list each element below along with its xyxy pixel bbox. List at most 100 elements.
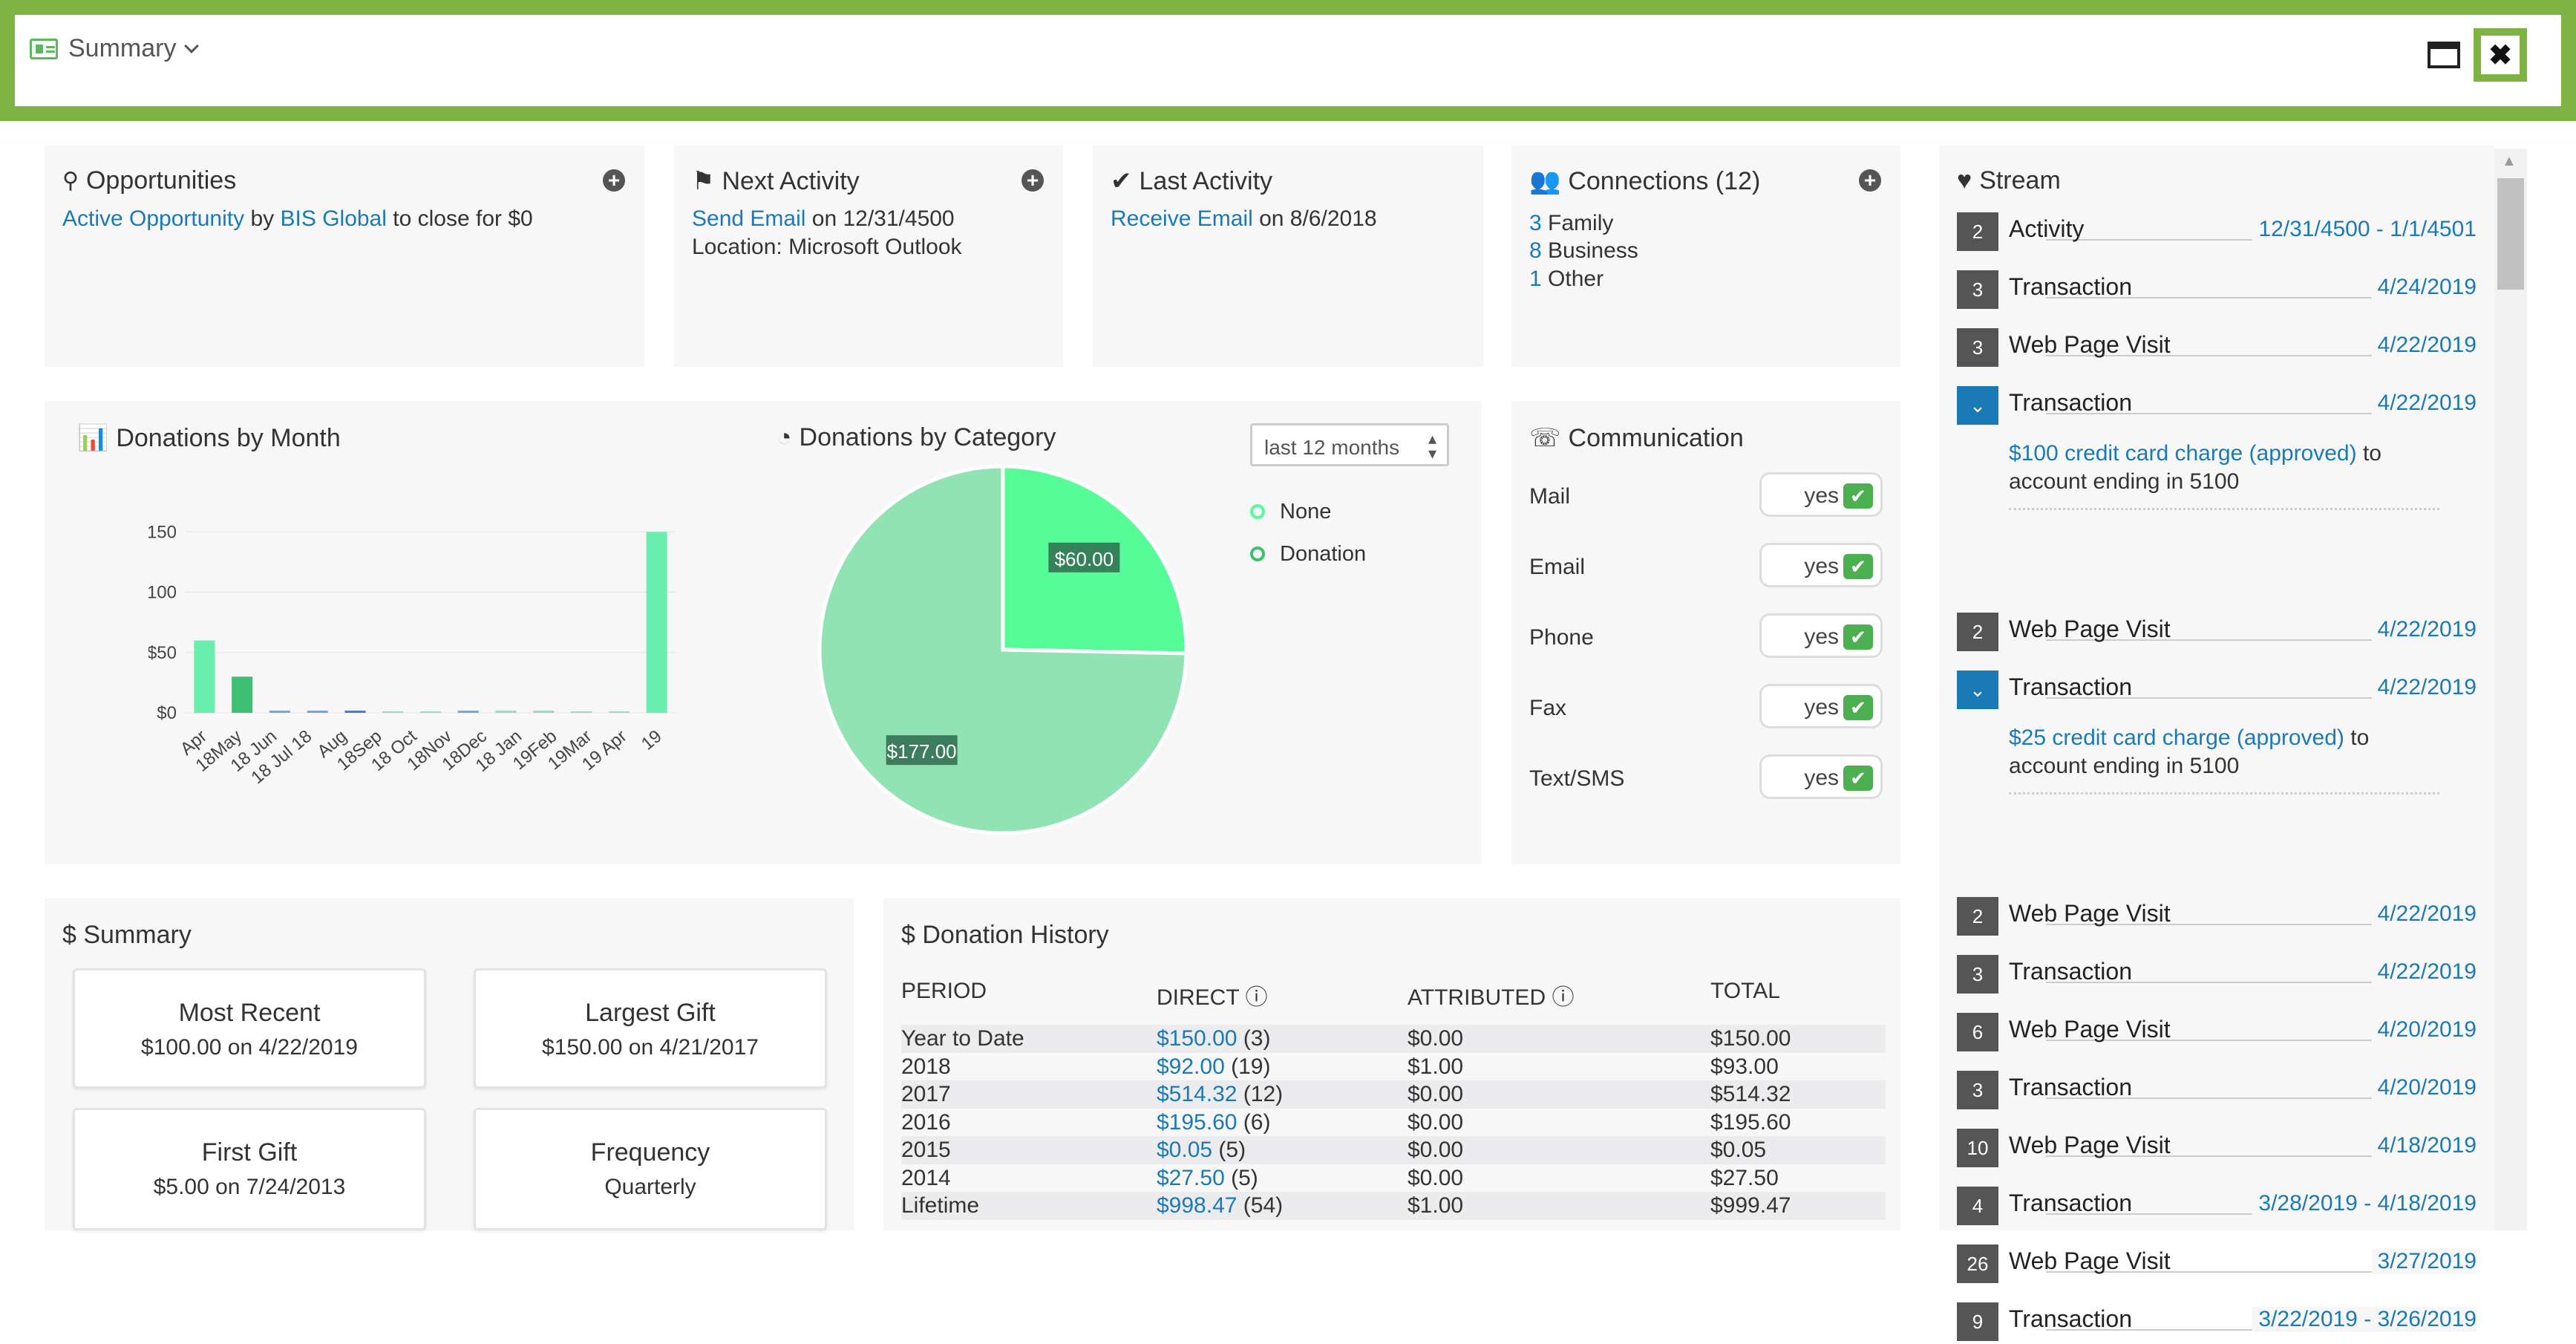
stream-row[interactable]: 2 Web Page Visit 4/22/2019 bbox=[1957, 894, 2477, 939]
table-row: 2018 $92.00 (19) $1.00 $93.00 bbox=[901, 1054, 1779, 1079]
stream-row[interactable]: 9 Transaction 3/22/2019 - 3/26/2019 bbox=[1957, 1299, 2477, 1344]
direct-amount-link[interactable]: $195.60 bbox=[1157, 1110, 1237, 1135]
stream-date-link[interactable]: 4/20/2019 bbox=[2371, 1075, 2477, 1100]
comm-label: Mail bbox=[1529, 484, 1571, 509]
comm-toggle[interactable]: yes ✔ bbox=[1759, 684, 1883, 728]
summary-section-title: $ Summary bbox=[62, 921, 192, 949]
stream-date-link[interactable]: 3/27/2019 bbox=[2371, 1249, 2477, 1274]
stream-row[interactable]: 3 Transaction 4/24/2019 bbox=[1957, 267, 2477, 312]
stream-row[interactable]: 2 Web Page Visit 4/22/2019 bbox=[1957, 610, 2477, 654]
stream-row[interactable]: 3 Web Page Visit 4/22/2019 bbox=[1957, 325, 2477, 370]
close-button[interactable]: ✖ bbox=[2474, 28, 2527, 82]
bar-apr-19[interactable] bbox=[646, 532, 667, 713]
bis-global-link[interactable]: BIS Global bbox=[281, 206, 387, 231]
stream-scrollbar[interactable] bbox=[2494, 149, 2527, 1230]
comm-toggle[interactable]: yes ✔ bbox=[1759, 472, 1883, 517]
stream-count-badge: 3 bbox=[1957, 270, 1998, 309]
stream-row[interactable]: ⌄ Transaction 4/22/2019 bbox=[1957, 668, 2477, 712]
stream-count-badge: 26 bbox=[1957, 1244, 1998, 1283]
stream-row[interactable]: 6 Web Page Visit 4/20/2019 bbox=[1957, 1010, 2477, 1054]
attributed-header: ATTRIBUTED ⓘ bbox=[1408, 985, 1575, 1010]
stream-row[interactable]: 3 Transaction 4/22/2019 bbox=[1957, 952, 2477, 996]
stream-date-link[interactable]: 4/22/2019 bbox=[2371, 617, 2477, 642]
stream-date-link[interactable]: 4/22/2019 bbox=[2371, 391, 2477, 416]
collapse-icon[interactable]: ⌄ bbox=[1957, 386, 1998, 425]
stream-date-link[interactable]: 4/22/2019 bbox=[2371, 901, 2477, 927]
collapse-icon[interactable]: ⌄ bbox=[1957, 671, 1998, 709]
phone-volume-icon: ☏ bbox=[1529, 424, 1561, 452]
send-email-link[interactable]: Send Email bbox=[692, 206, 805, 231]
bar-sep-18[interactable] bbox=[382, 711, 404, 713]
stream-row[interactable]: 2 Activity 12/31/4500 - 1/1/4501 bbox=[1957, 209, 2477, 254]
active-opportunity-link[interactable]: Active Opportunity bbox=[62, 206, 244, 231]
stream-date-link[interactable]: 4/24/2019 bbox=[2371, 275, 2477, 300]
bar-aug-18[interactable] bbox=[344, 711, 366, 713]
add-connection-button[interactable]: + bbox=[1859, 169, 1881, 192]
bar-oct-18[interactable] bbox=[420, 711, 441, 713]
bar-dec-18[interactable] bbox=[495, 711, 517, 713]
bar-apr-18[interactable] bbox=[194, 640, 215, 714]
bar-jun-18[interactable] bbox=[269, 711, 290, 713]
stream-row[interactable]: 10 Web Page Visit 4/18/2019 bbox=[1957, 1126, 2477, 1170]
check-icon: ✔ bbox=[1843, 554, 1873, 579]
check-icon: ✔ bbox=[1843, 766, 1873, 791]
direct-amount-link[interactable]: $0.05 bbox=[1157, 1138, 1212, 1162]
legend-donation: Donation bbox=[1280, 542, 1367, 566]
heartbeat-icon: ♥ bbox=[1957, 166, 1972, 195]
last-activity-title: ✔ Last Activity bbox=[1111, 166, 1273, 196]
connection-other: 1 Other bbox=[1529, 267, 1604, 291]
donation-history-title: $ Donation History bbox=[901, 921, 1109, 949]
add-opportunity-button[interactable]: + bbox=[603, 169, 625, 192]
direct-amount-link[interactable]: $92.00 bbox=[1157, 1054, 1225, 1079]
stream-count-badge: 4 bbox=[1957, 1187, 1998, 1225]
scroll-up-icon[interactable]: ▲ bbox=[2502, 153, 2517, 170]
direct-amount-link[interactable]: $998.47 bbox=[1157, 1193, 1237, 1218]
stream-date-link[interactable]: 3/28/2019 - 4/18/2019 bbox=[2252, 1191, 2477, 1216]
maximize-button[interactable] bbox=[2428, 42, 2460, 68]
check-icon: ✔ bbox=[1843, 695, 1873, 720]
stream-date-link[interactable]: 4/20/2019 bbox=[2371, 1017, 2477, 1043]
stream-date-link[interactable]: 4/18/2019 bbox=[2371, 1133, 2477, 1158]
opportunity-line: Active Opportunity by BIS Global to clos… bbox=[62, 206, 533, 231]
stream-count-badge: 3 bbox=[1957, 328, 1998, 367]
stream-row[interactable]: ⌄ Transaction 4/22/2019 bbox=[1957, 383, 2477, 428]
table-row: 2014 $27.50 (5) $0.00 $27.50 bbox=[901, 1165, 1779, 1190]
bar-feb-19[interactable] bbox=[571, 711, 592, 713]
add-activity-button[interactable]: + bbox=[1021, 169, 1044, 192]
stream-date-link[interactable]: 4/22/2019 bbox=[2371, 333, 2477, 358]
bar-mar-19[interactable] bbox=[608, 711, 630, 713]
bar-jul-18[interactable] bbox=[307, 711, 328, 713]
check-icon: ✔ bbox=[1843, 624, 1873, 650]
direct-amount-link[interactable]: $150.00 bbox=[1157, 1026, 1237, 1051]
stream-row[interactable]: 26 Web Page Visit 3/27/2019 bbox=[1957, 1242, 2477, 1286]
stream-scroll-thumb[interactable] bbox=[2497, 178, 2524, 290]
comm-toggle[interactable]: yes ✔ bbox=[1759, 754, 1883, 799]
receive-email-link[interactable]: Receive Email bbox=[1111, 206, 1253, 231]
direct-amount-link[interactable]: $514.32 bbox=[1157, 1082, 1237, 1106]
stream-row[interactable]: 3 Transaction 4/20/2019 bbox=[1957, 1068, 2477, 1112]
stream-date-link[interactable]: 4/22/2019 bbox=[2371, 959, 2477, 985]
next-activity-title: ⚑ Next Activity bbox=[692, 166, 860, 196]
info-icon: ⓘ bbox=[1245, 985, 1268, 1010]
bar-nov-18[interactable] bbox=[457, 711, 479, 713]
comm-toggle[interactable]: yes ✔ bbox=[1759, 613, 1883, 658]
svg-text:$60.00: $60.00 bbox=[1055, 548, 1114, 570]
bar-may-18[interactable] bbox=[232, 676, 253, 713]
stream-date-link[interactable]: 4/22/2019 bbox=[2371, 675, 2477, 700]
first-gift-card: First Gift $5.00 on 7/24/2013 bbox=[73, 1108, 426, 1230]
charge-link[interactable]: $25 credit card charge (approved) bbox=[2009, 725, 2344, 750]
bar-jan-19[interactable] bbox=[533, 711, 555, 713]
stream-row[interactable]: 4 Transaction 3/28/2019 - 4/18/2019 bbox=[1957, 1184, 2477, 1228]
comm-label: Fax bbox=[1529, 696, 1567, 720]
summary-dropdown[interactable]: Summary bbox=[30, 34, 200, 63]
flag-icon: ⚑ bbox=[692, 167, 715, 195]
stream-date-link[interactable]: 12/31/4500 - 1/1/4501 bbox=[2252, 217, 2477, 242]
donations-by-category-chart: $60.00 $177.00 bbox=[817, 464, 1189, 835]
period-select[interactable]: last 12 months ▴ ▾ bbox=[1250, 423, 1449, 466]
direct-amount-link[interactable]: $27.50 bbox=[1157, 1166, 1225, 1190]
stream-date-link[interactable]: 3/22/2019 - 3/26/2019 bbox=[2252, 1307, 2477, 1332]
svg-text:$177.00: $177.00 bbox=[887, 740, 957, 763]
charge-link[interactable]: $100 credit card charge (approved) bbox=[2009, 441, 2357, 466]
stream-count-badge: 3 bbox=[1957, 1071, 1998, 1109]
comm-toggle[interactable]: yes ✔ bbox=[1759, 543, 1883, 587]
